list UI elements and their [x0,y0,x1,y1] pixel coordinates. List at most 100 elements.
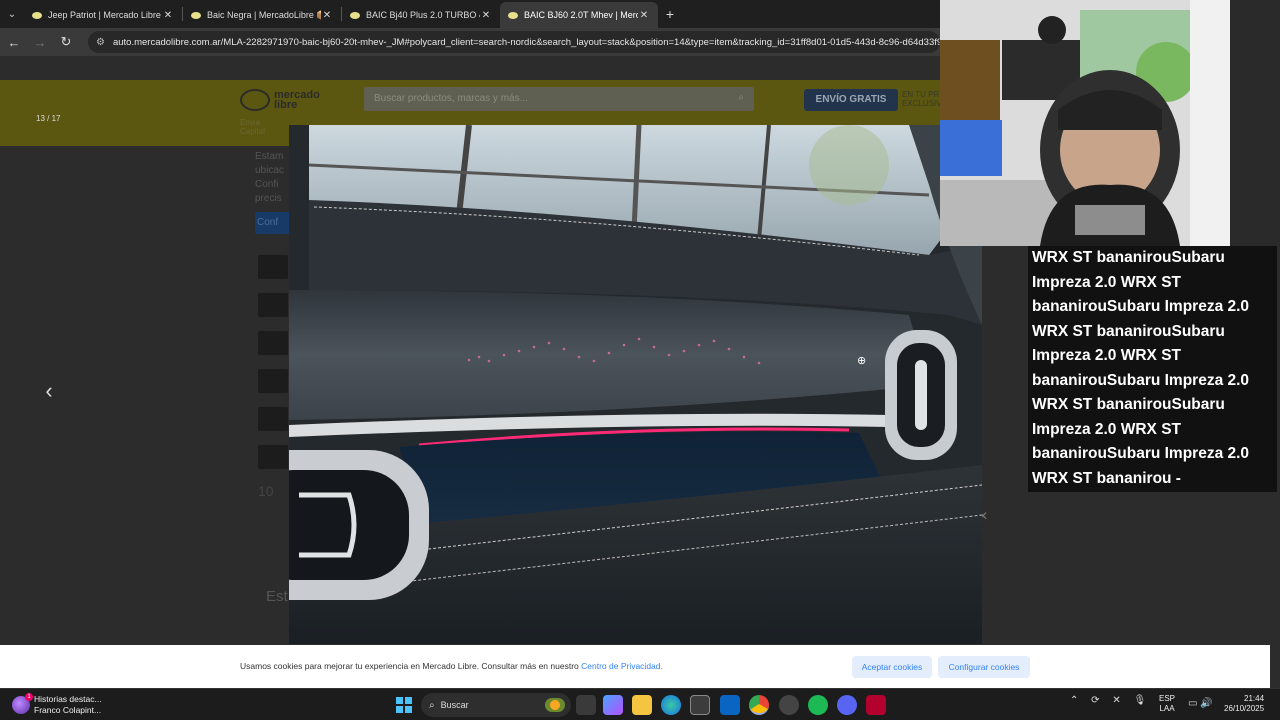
logo-text-libre: libre [274,99,298,111]
envio-subtext-1: EN TU PR [902,90,940,99]
cookie-message: Usamos cookies para mejorar tu experienc… [240,661,579,671]
privacy-center-link[interactable]: Centro de Privacidad. [581,661,663,671]
car-interior-photo [289,125,982,644]
thumbnail-strip: 10 [258,255,288,499]
stream-marquee-overlay: WRX ST bananirouSubaru Impreza 2.0 WRX S… [1028,246,1277,492]
search-icon[interactable]: ⌕ [738,92,744,103]
forward-arrow-icon[interactable]: → [28,30,52,54]
gallery-main-image[interactable] [289,125,982,644]
widget-subtitle: Franco Colapint... [34,705,102,715]
lang-line-1: ESP [1159,694,1176,703]
thumbnail[interactable] [258,293,288,317]
task-view-icon[interactable] [576,695,596,715]
edge-icon[interactable] [661,695,681,715]
zoom-cursor-icon: ⊕ [857,355,867,367]
webcam-overlay [940,0,1280,246]
streamer-webcam-image [940,0,1280,246]
clock-date: 26/10/2025 [1224,704,1265,713]
spotify-icon[interactable] [808,695,828,715]
streaming-app-icon[interactable] [866,695,886,715]
search-highlight-icon [545,698,565,712]
tab-title: Baic Negra | MercadoLibre 📦 [207,9,321,20]
handshake-logo-icon [240,89,270,111]
site-info-icon[interactable]: ⚙ [96,37,105,48]
widgets-icon: 1 [12,693,33,714]
clock-time: 21:44 [1244,694,1265,703]
page-scrollbar[interactable] [1270,645,1280,688]
reload-icon[interactable]: ↻ [54,30,78,54]
lang-line-2: LAA [1159,704,1175,713]
taskbar-search[interactable]: ⌕ Buscar [421,693,571,717]
cookie-banner: Usamos cookies para mejorar tu experienc… [0,645,1270,688]
location-line-2: Capital [240,127,265,136]
thumbnail-more-count[interactable]: 10 [258,483,288,499]
browser-toolbar: ← → ↻ ⚙ auto.mercadolibre.com.ar/MLA-228… [0,28,940,56]
store-icon[interactable] [690,695,710,715]
tab-close-icon[interactable]: ✕ [162,10,174,21]
tray-chevron-up-icon[interactable]: ⌃ [1070,695,1078,706]
tab-favicon-icon [32,11,42,19]
address-bar[interactable]: ⚙ auto.mercadolibre.com.ar/MLA-228297197… [88,31,940,53]
tab-title: BAIC BJ60 2.0T Mhev | Mercado [524,10,638,20]
tray-mic-icon[interactable]: 🎙 [1134,695,1147,706]
thumbnail[interactable] [258,445,288,469]
tray-sync-icon[interactable]: ⟳ [1091,695,1099,706]
system-tray: ⌃ ⟳ ✕ 🎙 [1070,695,1146,706]
taskbar-clock[interactable]: 21:44 26/10/2025 [1224,694,1264,714]
tab-title: Jeep Patriot | Mercado Libre 🚙 [48,9,162,20]
envio-subtext-2: EXCLUSIV [902,99,942,108]
location-line-1: Envia [240,118,261,127]
widget-title: Historias destac... [34,694,102,704]
location-confirm-button[interactable]: Conf [255,212,291,234]
thumbnail[interactable] [258,407,288,431]
ml-search-placeholder: Buscar productos, marcas y más... [374,93,528,104]
new-tab-plus-icon[interactable]: + [658,6,682,22]
tray-network-off-icon[interactable]: ✕ [1112,695,1120,706]
widget-badge: 1 [25,693,33,701]
thumbnail[interactable] [258,331,288,355]
marquee-text: WRX ST bananirouSubaru Impreza 2.0 WRX S… [1032,249,1250,487]
tab-favicon-icon [508,11,518,19]
taskbar-search-label: Buscar [440,700,469,710]
chrome-icon[interactable] [749,695,769,715]
location-selector[interactable]: Envia Capital [240,118,265,136]
tab-favicon-icon [191,11,201,19]
tab-close-icon[interactable]: ✕ [480,10,492,21]
windows-taskbar: 1 Historias destac... Franco Colapint...… [0,688,1280,720]
windows-start-icon[interactable] [396,697,412,713]
accept-cookies-button[interactable]: Aceptar cookies [852,656,932,678]
tab-title: BAIC Bj40 Plus 2.0 TURBO 4WD [366,10,480,20]
envio-subtext: EN TU PR EXCLUSIV [902,90,942,108]
thumbnail[interactable] [258,255,288,279]
tab-baic-bj40[interactable]: BAIC Bj40 Plus 2.0 TURBO 4WD ✕ [342,2,500,28]
discord-icon[interactable] [837,695,857,715]
browser-tabbar: ⌄ Jeep Patriot | Mercado Libre 🚙 ✕ Baic … [0,0,940,28]
outlook-icon[interactable] [720,695,740,715]
tab-jeep-patriot[interactable]: Jeep Patriot | Mercado Libre 🚙 ✕ [24,2,182,28]
envio-gratis-banner[interactable]: ENVÍO GRATIS [804,89,898,111]
tab-favicon-icon [350,11,360,19]
network-speaker-icons[interactable]: ▭ 🔊 [1188,698,1213,709]
configure-cookies-button[interactable]: Configurar cookies [938,656,1030,678]
cookie-text: Usamos cookies para mejorar tu experienc… [240,661,663,671]
mercadolibre-logo[interactable]: mercado libre [240,86,336,114]
file-explorer-icon[interactable] [632,695,652,715]
tab-close-icon[interactable]: ✕ [638,10,650,21]
tab-baic-negra[interactable]: Baic Negra | MercadoLibre 📦 ✕ [183,2,341,28]
tab-search-icon[interactable]: ⌄ [0,0,24,28]
tab-close-icon[interactable]: ✕ [321,10,333,21]
gallery-counter: 13 / 17 [36,114,61,123]
widgets-news[interactable]: 1 Historias destac... Franco Colapint... [12,693,102,716]
gallery-prev-chevron-icon[interactable]: ‹ [36,378,62,404]
url-text[interactable]: auto.mercadolibre.com.ar/MLA-2282971970-… [113,37,940,48]
section-heading: Est [266,588,288,605]
tab-baic-bj60[interactable]: BAIC BJ60 2.0T Mhev | Mercado ✕ [500,2,658,28]
thumbnail[interactable] [258,369,288,393]
search-icon: ⌕ [429,699,435,711]
copilot-icon[interactable] [603,695,623,715]
ml-search-input[interactable]: Buscar productos, marcas y más... ⌕ [364,87,754,111]
language-indicator[interactable]: ESP LAA [1159,694,1175,714]
screen: ⌄ Jeep Patriot | Mercado Libre 🚙 ✕ Baic … [0,0,1280,720]
back-arrow-icon[interactable]: ← [2,30,26,54]
app-icon[interactable] [779,695,799,715]
